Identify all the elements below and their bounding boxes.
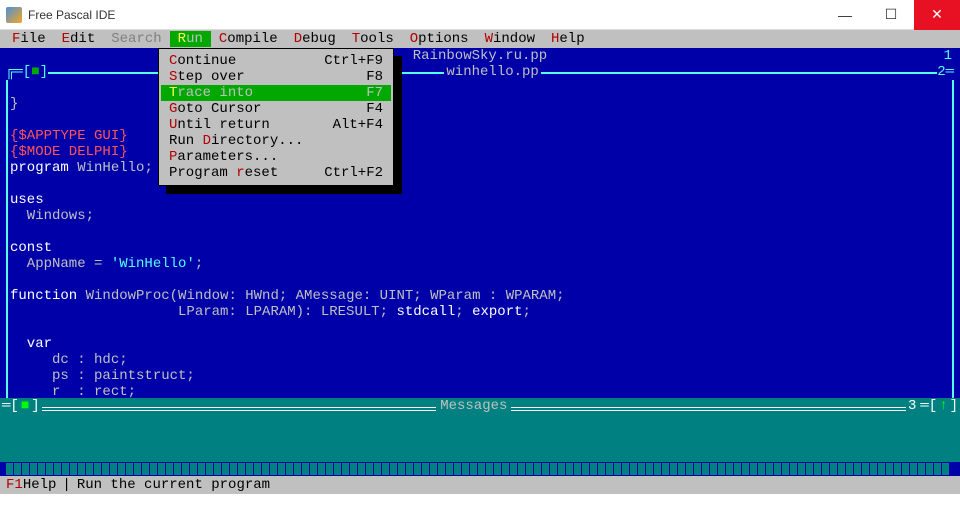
run-menu-item[interactable]: ContinueCtrl+F9 bbox=[161, 53, 391, 69]
run-menu-item[interactable]: Parameters... bbox=[161, 149, 391, 165]
frame-close-icon[interactable]: ■ bbox=[31, 64, 39, 80]
messages-title: Messages bbox=[436, 398, 511, 414]
msg-close-icon[interactable]: ■ bbox=[21, 398, 29, 414]
run-menu-item[interactable]: Until returnAlt+F4 bbox=[161, 117, 391, 133]
run-menu-item[interactable]: Step overF8 bbox=[161, 69, 391, 85]
editor-frame-top: ╔═[■] winhello.pp 2 ═ bbox=[6, 64, 954, 80]
msg-up-icon[interactable]: ↑ bbox=[939, 398, 947, 414]
menu-run[interactable]: Run bbox=[170, 31, 211, 47]
code-directive: {$APPTYPE GUI} bbox=[10, 128, 128, 144]
tab-number-2: 2 bbox=[937, 64, 945, 80]
messages-panel: ═[■] Messages 3 ═[↑] bbox=[0, 398, 960, 476]
code-line: } bbox=[10, 96, 18, 112]
code-ident: WinHello bbox=[77, 160, 144, 176]
status-hint: Run the current program bbox=[77, 477, 270, 493]
run-menu-item[interactable]: Trace intoF7 bbox=[161, 85, 391, 101]
run-menu-dropdown: ContinueCtrl+F9Step overF8Trace intoF7Go… bbox=[158, 48, 394, 186]
code-keyword: uses bbox=[10, 192, 44, 208]
minimize-button[interactable]: — bbox=[822, 0, 868, 30]
messages-count: 3 bbox=[906, 398, 918, 414]
status-separator: | bbox=[62, 477, 70, 493]
code-line: Windows; bbox=[10, 208, 94, 224]
menu-tools[interactable]: Tools bbox=[344, 31, 402, 47]
code-directive: {$MODE DELPHI} bbox=[10, 144, 128, 160]
maximize-button[interactable]: ☐ bbox=[868, 0, 914, 30]
tab-number-1: 1 bbox=[944, 48, 952, 64]
titlebar: Free Pascal IDE — ☐ ✕ bbox=[0, 0, 960, 30]
window-title: Free Pascal IDE bbox=[28, 8, 822, 22]
menu-window[interactable]: Window bbox=[477, 31, 543, 47]
messages-scrollbar[interactable] bbox=[0, 462, 960, 476]
tab-row-1: RainbowSky.ru.pp 1 bbox=[0, 48, 960, 64]
close-button[interactable]: ✕ bbox=[914, 0, 960, 30]
code-string: 'WinHello' bbox=[111, 256, 195, 272]
code-line: dc : hdc; bbox=[10, 352, 128, 368]
menu-compile[interactable]: Compile bbox=[211, 31, 286, 47]
status-help: Help bbox=[23, 477, 57, 493]
run-menu-item[interactable]: Run Directory... bbox=[161, 133, 391, 149]
run-menu-item[interactable]: Goto CursorF4 bbox=[161, 101, 391, 117]
statusbar: F1 Help | Run the current program bbox=[0, 476, 960, 494]
menu-edit[interactable]: Edit bbox=[54, 31, 104, 47]
app-icon bbox=[6, 7, 22, 23]
status-fkey: F1 bbox=[6, 477, 23, 493]
menu-debug[interactable]: Debug bbox=[286, 31, 344, 47]
editor[interactable]: } {$APPTYPE GUI} {$MODE DELPHI} program … bbox=[6, 80, 954, 400]
messages-body[interactable] bbox=[0, 414, 960, 462]
menu-help[interactable]: Help bbox=[543, 31, 593, 47]
menu-options[interactable]: Options bbox=[402, 31, 477, 47]
code-keyword: const bbox=[10, 240, 52, 256]
menu-search[interactable]: Search bbox=[103, 31, 169, 47]
menu-file[interactable]: File bbox=[4, 31, 54, 47]
workspace: RainbowSky.ru.pp 1 ╔═[■] winhello.pp 2 ═… bbox=[0, 48, 960, 494]
code-keyword: program bbox=[10, 160, 77, 176]
code-keyword: function bbox=[10, 288, 86, 304]
menubar: FileEditSearchRunCompileDebugToolsOption… bbox=[0, 30, 960, 48]
code-keyword: var bbox=[10, 336, 52, 352]
tab-file-1[interactable]: RainbowSky.ru.pp bbox=[413, 48, 547, 64]
run-menu-item[interactable]: Program resetCtrl+F2 bbox=[161, 165, 391, 181]
tab-file-2[interactable]: winhello.pp bbox=[444, 64, 540, 80]
code-line: ps : paintstruct; bbox=[10, 368, 195, 384]
